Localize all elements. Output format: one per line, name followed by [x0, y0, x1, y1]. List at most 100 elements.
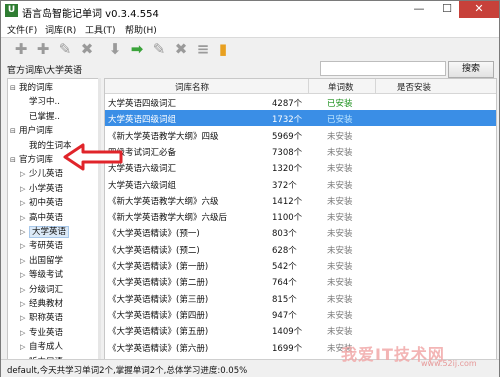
library-name-cell: 大学英语六级词组 [108, 180, 177, 191]
tree-node[interactable]: ▷ 等级考试 [20, 268, 63, 280]
tree-node[interactable]: ▷ 出国留学 [20, 254, 63, 266]
move-down-icon[interactable]: ⬇ [107, 41, 123, 57]
expand-icon[interactable]: ▷ [20, 214, 29, 222]
expand-icon[interactable]: ▷ [20, 314, 29, 322]
table-row[interactable]: 《大学英语精读》(第二册) 764个 未安装 [105, 273, 496, 289]
tree-node[interactable]: ▷ 职称英语 [20, 311, 63, 323]
search-button[interactable]: 搜索 [448, 61, 494, 78]
tree-node-label: 初中英语 [29, 198, 64, 209]
table-row[interactable]: 《大学英语精读》(第一册) 542个 未安装 [105, 257, 496, 273]
tree-node-label: 专业英语 [29, 327, 64, 338]
column-header-name[interactable]: 词库名称 [175, 81, 209, 93]
tree-node-label: 用户词库 [19, 126, 54, 137]
expand-icon[interactable]: ▷ [20, 242, 29, 250]
tree-node-label: 学习中.. [29, 97, 60, 108]
search-input[interactable] [320, 61, 446, 76]
tree-node[interactable]: ▷ 大学英语 [20, 225, 70, 238]
tree-scrollbar[interactable] [98, 78, 101, 359]
title-bar[interactable]: U 语言岛智能记单词 v0.3.4.554 — ☐ ✕ [1, 1, 499, 22]
library-name-cell: 《大学英语精读》(第一册) [108, 262, 209, 272]
table-row[interactable]: 四级考试词汇必备 7308个 未安装 [105, 143, 496, 159]
tree-node-label: 分级词汇 [29, 284, 64, 295]
tree-node-label: 大学英语 [29, 226, 70, 238]
table-row[interactable]: 大学英语六级词组 372个 未安装 [105, 176, 496, 192]
column-divider[interactable] [375, 79, 376, 93]
add-icon[interactable]: ✚ [35, 41, 51, 57]
edit-icon[interactable]: ✎ [57, 41, 73, 57]
table-row[interactable]: 大学英语四级词汇 4287个 已安装 [105, 94, 496, 110]
tree-node[interactable]: ▷ 小学英语 [20, 182, 63, 194]
column-divider[interactable] [308, 79, 309, 93]
tree-node[interactable]: ▷ 考研英语 [20, 239, 63, 251]
tree-node[interactable]: ⊟ 用户词库 [10, 124, 53, 136]
expand-icon[interactable]: ▷ [20, 300, 29, 308]
word-count-cell: 764个 [272, 278, 297, 289]
minimize-button[interactable]: — [405, 1, 433, 18]
expand-icon[interactable]: ▷ [20, 170, 29, 178]
menu-library[interactable]: 词库(R) [45, 23, 76, 36]
tree-node-label: 经典教材 [29, 299, 64, 309]
menu-help[interactable]: 帮助(H) [125, 23, 157, 36]
column-header-installed[interactable]: 是否安装 [397, 81, 431, 93]
expand-icon[interactable]: ▷ [20, 185, 29, 193]
list-icon[interactable]: ≡ [195, 41, 211, 57]
word-count-cell: 1412个 [272, 196, 303, 207]
expand-icon[interactable]: ▷ [20, 286, 29, 294]
collapse-icon[interactable]: ⊟ [10, 156, 19, 164]
move-right-icon[interactable]: ➡ [129, 41, 145, 57]
table-row[interactable]: 《大学英语精读》(预一) 803个 未安装 [105, 224, 496, 240]
tree-node[interactable]: ▷ 经典教材 [20, 297, 63, 309]
expand-icon[interactable]: ▷ [20, 343, 29, 351]
word-count-cell: 815个 [272, 294, 297, 305]
library-tree[interactable]: ⊟ 我的词库 学习中.. 已掌握.. ⊟ 用户词库 我的生词本 ⊟ 官方词库 ▷ 少儿英语 ▷ 小学英语… [7, 78, 99, 361]
install-status-cell: 未安装 [327, 213, 353, 224]
delete-icon[interactable]: ✖ [173, 41, 189, 57]
table-row[interactable]: 《大学英语精读》(第四册) 947个 未安装 [105, 306, 496, 322]
edit-icon[interactable]: ✎ [151, 41, 167, 57]
tree-node[interactable]: ▷ 少儿英语 [20, 167, 63, 179]
table-row[interactable]: 大学英语六级词汇 1320个 未安装 [105, 159, 496, 175]
tree-node[interactable]: ⊟ 官方词库 [10, 153, 53, 165]
install-status-cell: 已安装 [327, 99, 353, 109]
status-text: default,今天共学习单词2个,掌握单词2个,总体学习进度:0.05% [7, 366, 248, 376]
expand-icon[interactable]: ▷ [20, 329, 29, 337]
tree-node[interactable]: ▷ 初中英语 [20, 196, 63, 208]
tree-node[interactable]: 已掌握.. [20, 110, 60, 122]
menu-file[interactable]: 文件(F) [7, 23, 37, 36]
install-status-cell: 已安装 [327, 115, 353, 126]
expand-icon[interactable]: ▷ [20, 199, 29, 207]
add-icon[interactable]: ✚ [13, 41, 29, 57]
collapse-icon[interactable]: ⊟ [10, 127, 19, 135]
word-count-cell: 542个 [272, 262, 297, 272]
tree-node[interactable]: ▷ 自考成人 [20, 340, 63, 352]
chart-icon[interactable]: ▮ [215, 41, 231, 57]
word-count-cell: 4287个 [272, 99, 303, 109]
tree-node[interactable]: ▷ 专业英语 [20, 326, 63, 338]
maximize-button[interactable]: ☐ [433, 1, 461, 18]
expand-icon[interactable]: ▷ [20, 228, 29, 236]
install-status-cell: 未安装 [327, 164, 353, 175]
close-button[interactable]: ✕ [459, 1, 499, 18]
table-row[interactable]: 《大学英语精读》(第三册) 815个 未安装 [105, 290, 496, 306]
expand-icon[interactable]: ▷ [20, 271, 29, 279]
word-count-cell: 1409个 [272, 327, 303, 338]
table-row[interactable]: 《新大学英语教学大纲》六级 1412个 未安装 [105, 192, 496, 208]
table-row[interactable]: 《大学英语精读》(第五册) 1409个 未安装 [105, 322, 496, 338]
table-row[interactable]: 《大学英语精读》(预二) 628个 未安装 [105, 241, 496, 257]
tree-node-label: 高中英语 [29, 212, 64, 223]
install-status-cell: 未安装 [327, 229, 353, 240]
column-header-count[interactable]: 单词数 [328, 81, 354, 93]
tree-node[interactable]: ▷ 分级词汇 [20, 283, 63, 295]
table-row[interactable]: 大学英语四级词组 1732个 已安装 [105, 110, 496, 127]
table-row[interactable]: 《新大学英语教学大纲》六级后 1100个 未安装 [105, 208, 496, 224]
menu-tools[interactable]: 工具(T) [85, 23, 116, 36]
collapse-icon[interactable]: ⊟ [10, 84, 19, 92]
tree-node[interactable]: 学习中.. [20, 95, 60, 107]
tree-node[interactable]: ⊟ 我的词库 [10, 81, 53, 93]
delete-icon[interactable]: ✖ [79, 41, 95, 57]
word-count-cell: 372个 [272, 180, 297, 191]
expand-icon[interactable]: ▷ [20, 257, 29, 265]
word-count-cell: 803个 [272, 229, 297, 240]
tree-node[interactable]: ▷ 高中英语 [20, 211, 63, 223]
table-row[interactable]: 《新大学英语教学大纲》四级 5969个 未安装 [105, 127, 496, 143]
